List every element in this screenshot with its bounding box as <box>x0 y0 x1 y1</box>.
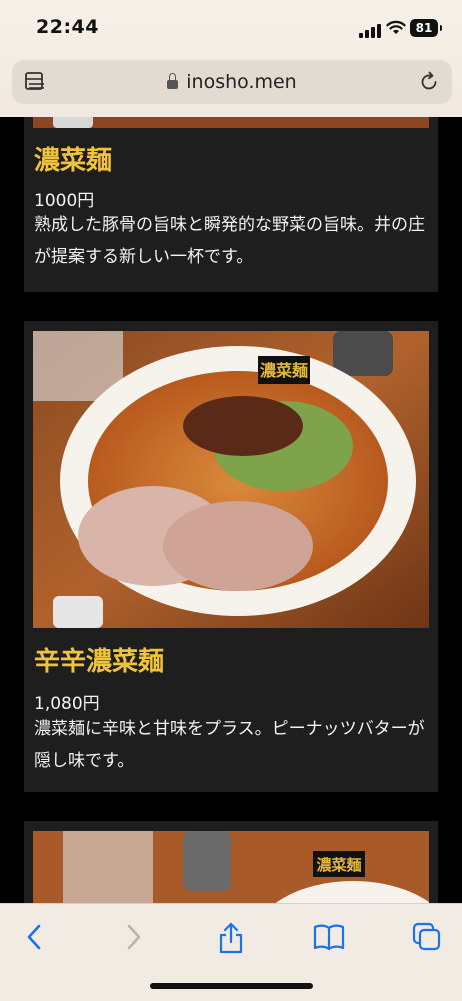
food-photo: 濃菜麺 <box>33 331 429 628</box>
menu-item-price: 1,080円 <box>34 694 100 714</box>
forward-icon[interactable] <box>122 922 144 952</box>
menu-item-description: 濃菜麺に辛味と甘味をプラス。ピーナッツバターが隠し味です。 <box>34 719 425 771</box>
address-bar[interactable]: inosho.men <box>12 60 452 104</box>
share-icon[interactable] <box>217 922 245 954</box>
wifi-icon <box>386 20 406 34</box>
menu-item-description: 熟成した豚骨の旨味と瞬発的な野菜の旨味。井の庄が提案する新しい一杯です。 <box>34 215 425 267</box>
food-photo: 濃菜麺 <box>33 831 429 903</box>
page-menu-icon[interactable] <box>24 71 46 93</box>
battery-level: 81 <box>415 21 433 35</box>
bowl-logo-text: 濃菜麺 <box>316 856 361 874</box>
menu-card: 濃菜麺 辛辛濃菜麺 1,080円 濃菜麺に辛味と甘味をプラス。ピーナッツバターが… <box>24 321 438 792</box>
reload-icon[interactable] <box>418 71 440 93</box>
page-content[interactable]: 濃菜麺 1000円 熟成した豚骨の旨味と瞬発的な野菜の旨味。井の庄が提案する新し… <box>0 117 462 903</box>
menu-card: 濃菜麺 <box>24 821 438 903</box>
bookmarks-icon[interactable] <box>313 922 345 952</box>
cellular-signal-icon <box>359 22 381 38</box>
status-bar: 22:44 81 <box>0 0 462 58</box>
status-time: 22:44 <box>36 16 99 38</box>
menu-item-name: 濃菜麺 <box>34 146 113 176</box>
food-photo <box>33 117 429 128</box>
battery-indicator: 81 <box>410 19 442 37</box>
url-text: inosho.men <box>186 71 297 93</box>
menu-item-name: 辛辛濃菜麺 <box>34 647 165 677</box>
bowl-logo-text: 濃菜麺 <box>260 361 308 380</box>
back-icon[interactable] <box>24 922 46 952</box>
browser-top-chrome: 22:44 81 inosho.men <box>0 0 462 117</box>
lock-icon <box>167 72 179 89</box>
menu-item-price: 1000円 <box>34 191 95 211</box>
home-indicator[interactable] <box>150 983 313 989</box>
url-display[interactable]: inosho.men <box>167 71 297 93</box>
menu-card: 濃菜麺 1000円 熟成した豚骨の旨味と瞬発的な野菜の旨味。井の庄が提案する新し… <box>24 117 438 292</box>
tabs-icon[interactable] <box>412 922 442 952</box>
